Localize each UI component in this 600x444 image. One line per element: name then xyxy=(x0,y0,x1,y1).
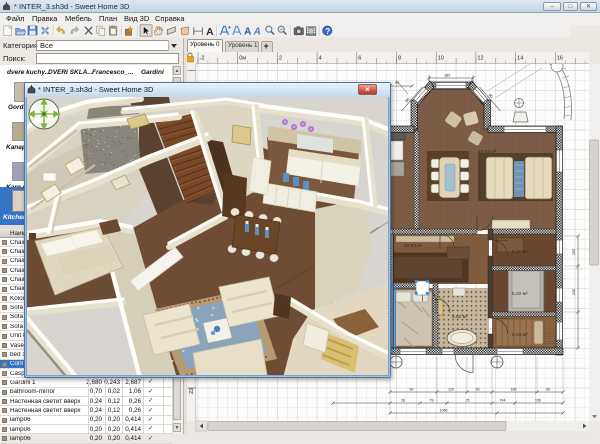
svg-text:25: 25 xyxy=(466,399,470,403)
svg-text:5,22 м²: 5,22 м² xyxy=(512,291,528,297)
svg-text:A: A xyxy=(253,26,261,37)
svg-text:6: 6 xyxy=(358,56,361,62)
svg-text:28: 28 xyxy=(401,399,405,403)
svg-text:744: 744 xyxy=(500,399,506,403)
svg-text:22: 22 xyxy=(189,388,195,394)
svg-text:180: 180 xyxy=(444,74,450,78)
svg-text:16: 16 xyxy=(557,56,563,62)
svg-text:A: A xyxy=(244,26,251,37)
svg-text:95: 95 xyxy=(546,388,550,392)
svg-text:10: 10 xyxy=(438,56,444,62)
svg-text:12: 12 xyxy=(477,56,483,62)
svg-text:230: 230 xyxy=(572,289,576,295)
svg-text:14: 14 xyxy=(517,56,523,62)
svg-text:150: 150 xyxy=(572,249,576,255)
svg-text:1046: 1046 xyxy=(440,409,448,413)
svg-text:6,62 м²: 6,62 м² xyxy=(452,314,468,320)
svg-text:0м: 0м xyxy=(239,56,246,62)
svg-text:4: 4 xyxy=(319,56,322,62)
svg-text:42,03 м²: 42,03 м² xyxy=(478,149,497,155)
svg-text:8: 8 xyxy=(398,56,401,62)
svg-text:79: 79 xyxy=(430,399,434,403)
svg-text:5,37 м²: 5,37 м² xyxy=(512,249,528,255)
svg-text:90: 90 xyxy=(395,81,399,85)
svg-text:95: 95 xyxy=(476,388,480,392)
svg-text:-2: -2 xyxy=(200,56,205,62)
svg-text:150: 150 xyxy=(535,399,541,403)
svg-text:180: 180 xyxy=(511,388,517,392)
svg-text:5,04 м²: 5,04 м² xyxy=(512,332,528,338)
svg-text:2: 2 xyxy=(279,56,282,62)
svg-text:90: 90 xyxy=(410,388,414,392)
svg-text:120: 120 xyxy=(448,388,454,392)
svg-text:22,94 м²: 22,94 м² xyxy=(404,243,423,249)
svg-text:A: A xyxy=(206,27,214,38)
svg-text:?: ? xyxy=(325,27,330,36)
